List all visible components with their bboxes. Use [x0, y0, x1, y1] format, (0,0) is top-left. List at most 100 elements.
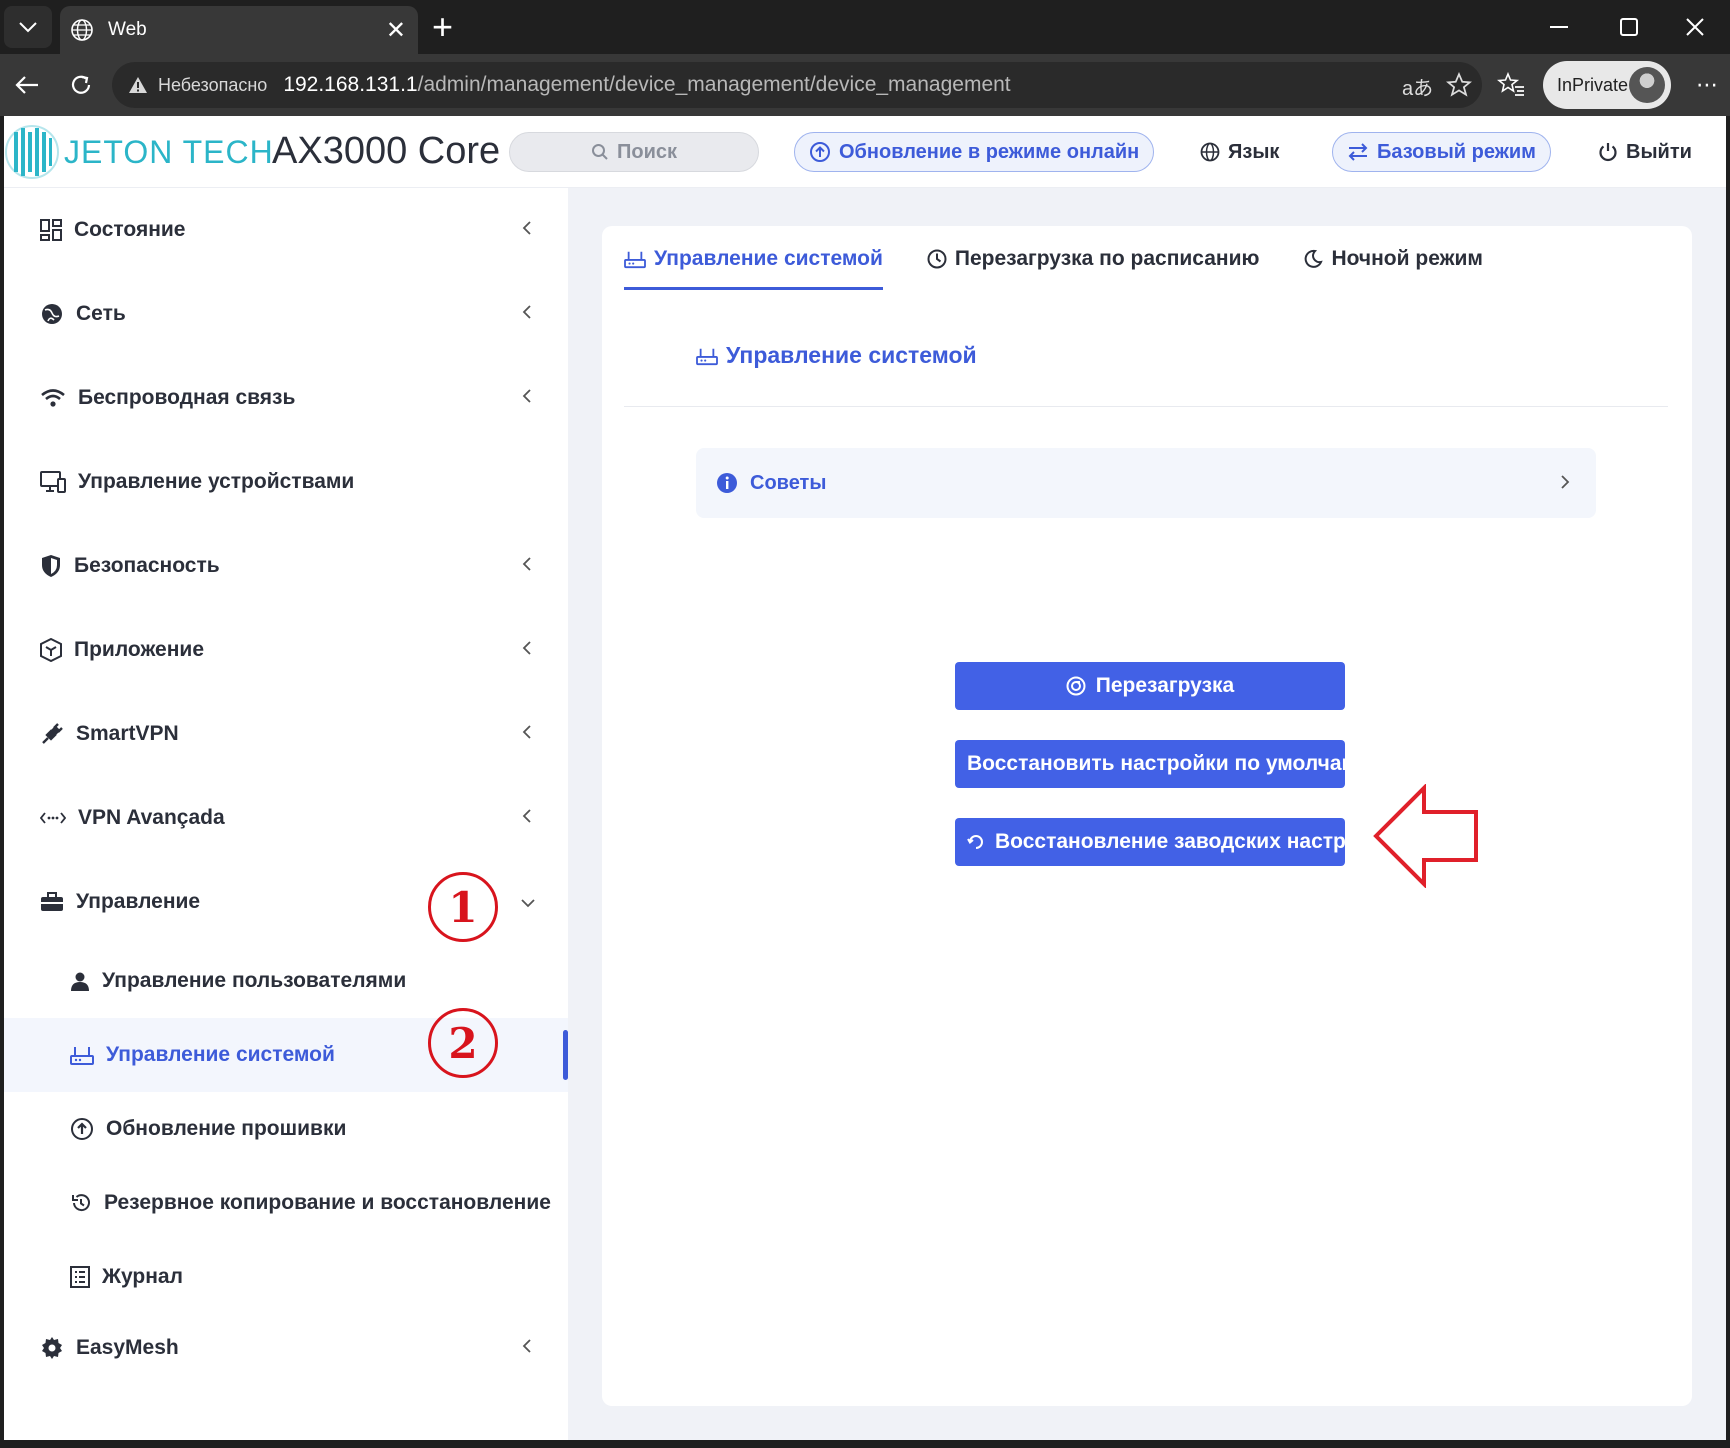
- sidebar-subitem-user-management[interactable]: Управление пользователями: [4, 944, 568, 1018]
- new-tab-button[interactable]: +: [432, 8, 453, 46]
- tab-label: Перезагрузка по расписанию: [954, 247, 1260, 270]
- chevron-left-icon: [522, 1339, 531, 1353]
- sidebar-item-label: Управление пользователями: [102, 969, 407, 992]
- avatar: [1629, 67, 1665, 103]
- reboot-icon: [1066, 676, 1086, 696]
- sidebar-item-vpn-advanced[interactable]: VPN Avançada: [4, 776, 568, 860]
- refresh-icon: [71, 75, 91, 94]
- inprivate-badge[interactable]: InPrivate: [1543, 61, 1671, 109]
- info-icon: [717, 473, 737, 493]
- router-icon: [696, 348, 718, 365]
- search-input[interactable]: Поиск: [509, 132, 759, 172]
- sidebar-item-label: Беспроводная связь: [78, 386, 296, 409]
- sidebar-item-label: Безопасность: [74, 554, 220, 577]
- address-host: 192.168.131.1: [283, 73, 418, 96]
- warning-icon: [129, 77, 147, 93]
- sidebar-item-label: Состояние: [74, 218, 186, 241]
- router-icon: [70, 1047, 94, 1065]
- tips-collapse[interactable]: Советы: [696, 448, 1596, 518]
- favorites-list-icon: [1497, 72, 1524, 96]
- sidebar-item-label: Приложение: [74, 638, 205, 661]
- sidebar: Состояние Сеть Беспроводная связь Управл…: [4, 188, 568, 1440]
- sidebar-subitem-firmware-update[interactable]: Обновление прошивки: [4, 1092, 568, 1166]
- chevron-down-icon: [19, 22, 37, 33]
- sidebar-item-network[interactable]: Сеть: [4, 272, 568, 356]
- sidebar-item-application[interactable]: Приложение: [4, 608, 568, 692]
- close-icon: [1686, 18, 1704, 36]
- restore-defaults-button[interactable]: Восстановить настройки по умолчанию: [955, 740, 1345, 788]
- tab-label: Ночной режим: [1331, 247, 1483, 270]
- sidebar-subitem-log[interactable]: Журнал: [4, 1240, 568, 1314]
- address-bar[interactable]: Небезопасно 192.168.131.1/admin/manageme…: [112, 62, 1482, 108]
- tab-label: Управление системой: [654, 247, 883, 270]
- sidebar-subitem-backup-restore[interactable]: Резервное копирование и восстановление: [4, 1166, 568, 1240]
- tab-system-management[interactable]: Управление системой: [624, 226, 883, 292]
- restore-defaults-label: Восстановить настройки по умолчанию: [967, 752, 1345, 775]
- section-title: Управление системой: [696, 342, 977, 369]
- tips-label: Советы: [750, 471, 827, 494]
- minimize-button[interactable]: [1524, 0, 1594, 54]
- tab-actions-button[interactable]: [4, 6, 52, 48]
- sidebar-item-label: Управление: [76, 890, 201, 913]
- sidebar-item-label: Обновление прошивки: [106, 1117, 347, 1140]
- browser-tab[interactable]: Web ✕: [60, 6, 418, 54]
- translate-icon[interactable]: aあ: [1402, 72, 1433, 101]
- chevron-left-icon: [522, 809, 531, 823]
- sidebar-item-label: Управление устройствами: [78, 470, 355, 493]
- sidebar-item-smartvpn[interactable]: SmartVPN: [4, 692, 568, 776]
- logout-label: Выйти: [1626, 140, 1692, 163]
- globe-icon: [1200, 142, 1220, 162]
- sidebar-item-label: Журнал: [102, 1265, 183, 1288]
- cube-icon: [40, 638, 62, 662]
- chevron-left-icon: [522, 725, 531, 739]
- active-indicator: [563, 1030, 568, 1080]
- back-button[interactable]: [10, 68, 44, 102]
- basic-mode-button[interactable]: Базовый режим: [1332, 132, 1551, 172]
- language-label: Язык: [1228, 140, 1280, 163]
- tab-night-mode[interactable]: Ночной режим: [1303, 226, 1483, 292]
- favorites-button[interactable]: [1494, 68, 1528, 102]
- sidebar-item-label: Резервное копирование и восстановление: [104, 1191, 551, 1214]
- arrow-left-icon: [15, 76, 38, 94]
- close-window-button[interactable]: [1660, 0, 1730, 54]
- upload-circle-icon: [71, 1118, 93, 1140]
- browser-toolbar: Небезопасно 192.168.131.1/admin/manageme…: [0, 54, 1730, 116]
- favorite-star-icon[interactable]: [1446, 72, 1472, 98]
- sidebar-item-security[interactable]: Безопасность: [4, 524, 568, 608]
- chevron-left-icon: [522, 389, 531, 403]
- annotation-arrow-icon: [1373, 784, 1478, 888]
- sidebar-item-device-management[interactable]: Управление устройствами: [4, 440, 568, 524]
- refresh-button[interactable]: [64, 68, 98, 102]
- model-name: AX3000 Core: [272, 130, 501, 172]
- sidebar-item-status[interactable]: Состояние: [4, 188, 568, 272]
- logout-button[interactable]: Выйти: [1598, 132, 1692, 172]
- app-header: JETON TECH AX3000 Core Поиск Обновление …: [4, 116, 1726, 188]
- browser-tab-bar: Web ✕ +: [0, 0, 1730, 54]
- annotation-step-1: 1: [428, 872, 498, 942]
- wifi-icon: [41, 389, 65, 407]
- chevron-right-icon: [1561, 475, 1570, 489]
- factory-reset-button[interactable]: Восстановление заводских настроек: [955, 818, 1345, 866]
- moon-icon: [1305, 249, 1324, 268]
- maximize-button[interactable]: [1594, 0, 1664, 54]
- minimize-icon: [1550, 26, 1568, 28]
- reboot-button[interactable]: Перезагрузка: [955, 662, 1345, 710]
- sidebar-item-easymesh[interactable]: EasyMesh: [4, 1306, 568, 1390]
- more-menu-icon[interactable]: ⋯: [1690, 68, 1724, 102]
- online-update-button[interactable]: Обновление в режиме онлайн: [794, 132, 1155, 172]
- chevron-down-icon: [521, 899, 535, 908]
- tab-scheduled-reboot[interactable]: Перезагрузка по расписанию: [927, 226, 1260, 292]
- router-icon: [624, 251, 646, 269]
- language-button[interactable]: Язык: [1200, 132, 1279, 172]
- security-warning-label[interactable]: Небезопасно: [158, 75, 267, 96]
- sidebar-item-label: EasyMesh: [76, 1336, 179, 1359]
- clock-icon: [927, 249, 947, 269]
- dots-arrows-icon: [40, 812, 66, 824]
- tab-close-icon[interactable]: ✕: [386, 16, 406, 45]
- power-icon: [1599, 143, 1617, 162]
- main-tabs: Управление системой Перезагрузка по расп…: [624, 226, 1527, 292]
- router-admin-page: JETON TECH AX3000 Core Поиск Обновление …: [4, 116, 1726, 1440]
- sidebar-item-wireless[interactable]: Беспроводная связь: [4, 356, 568, 440]
- shield-icon: [42, 555, 60, 577]
- user-icon: [71, 972, 89, 991]
